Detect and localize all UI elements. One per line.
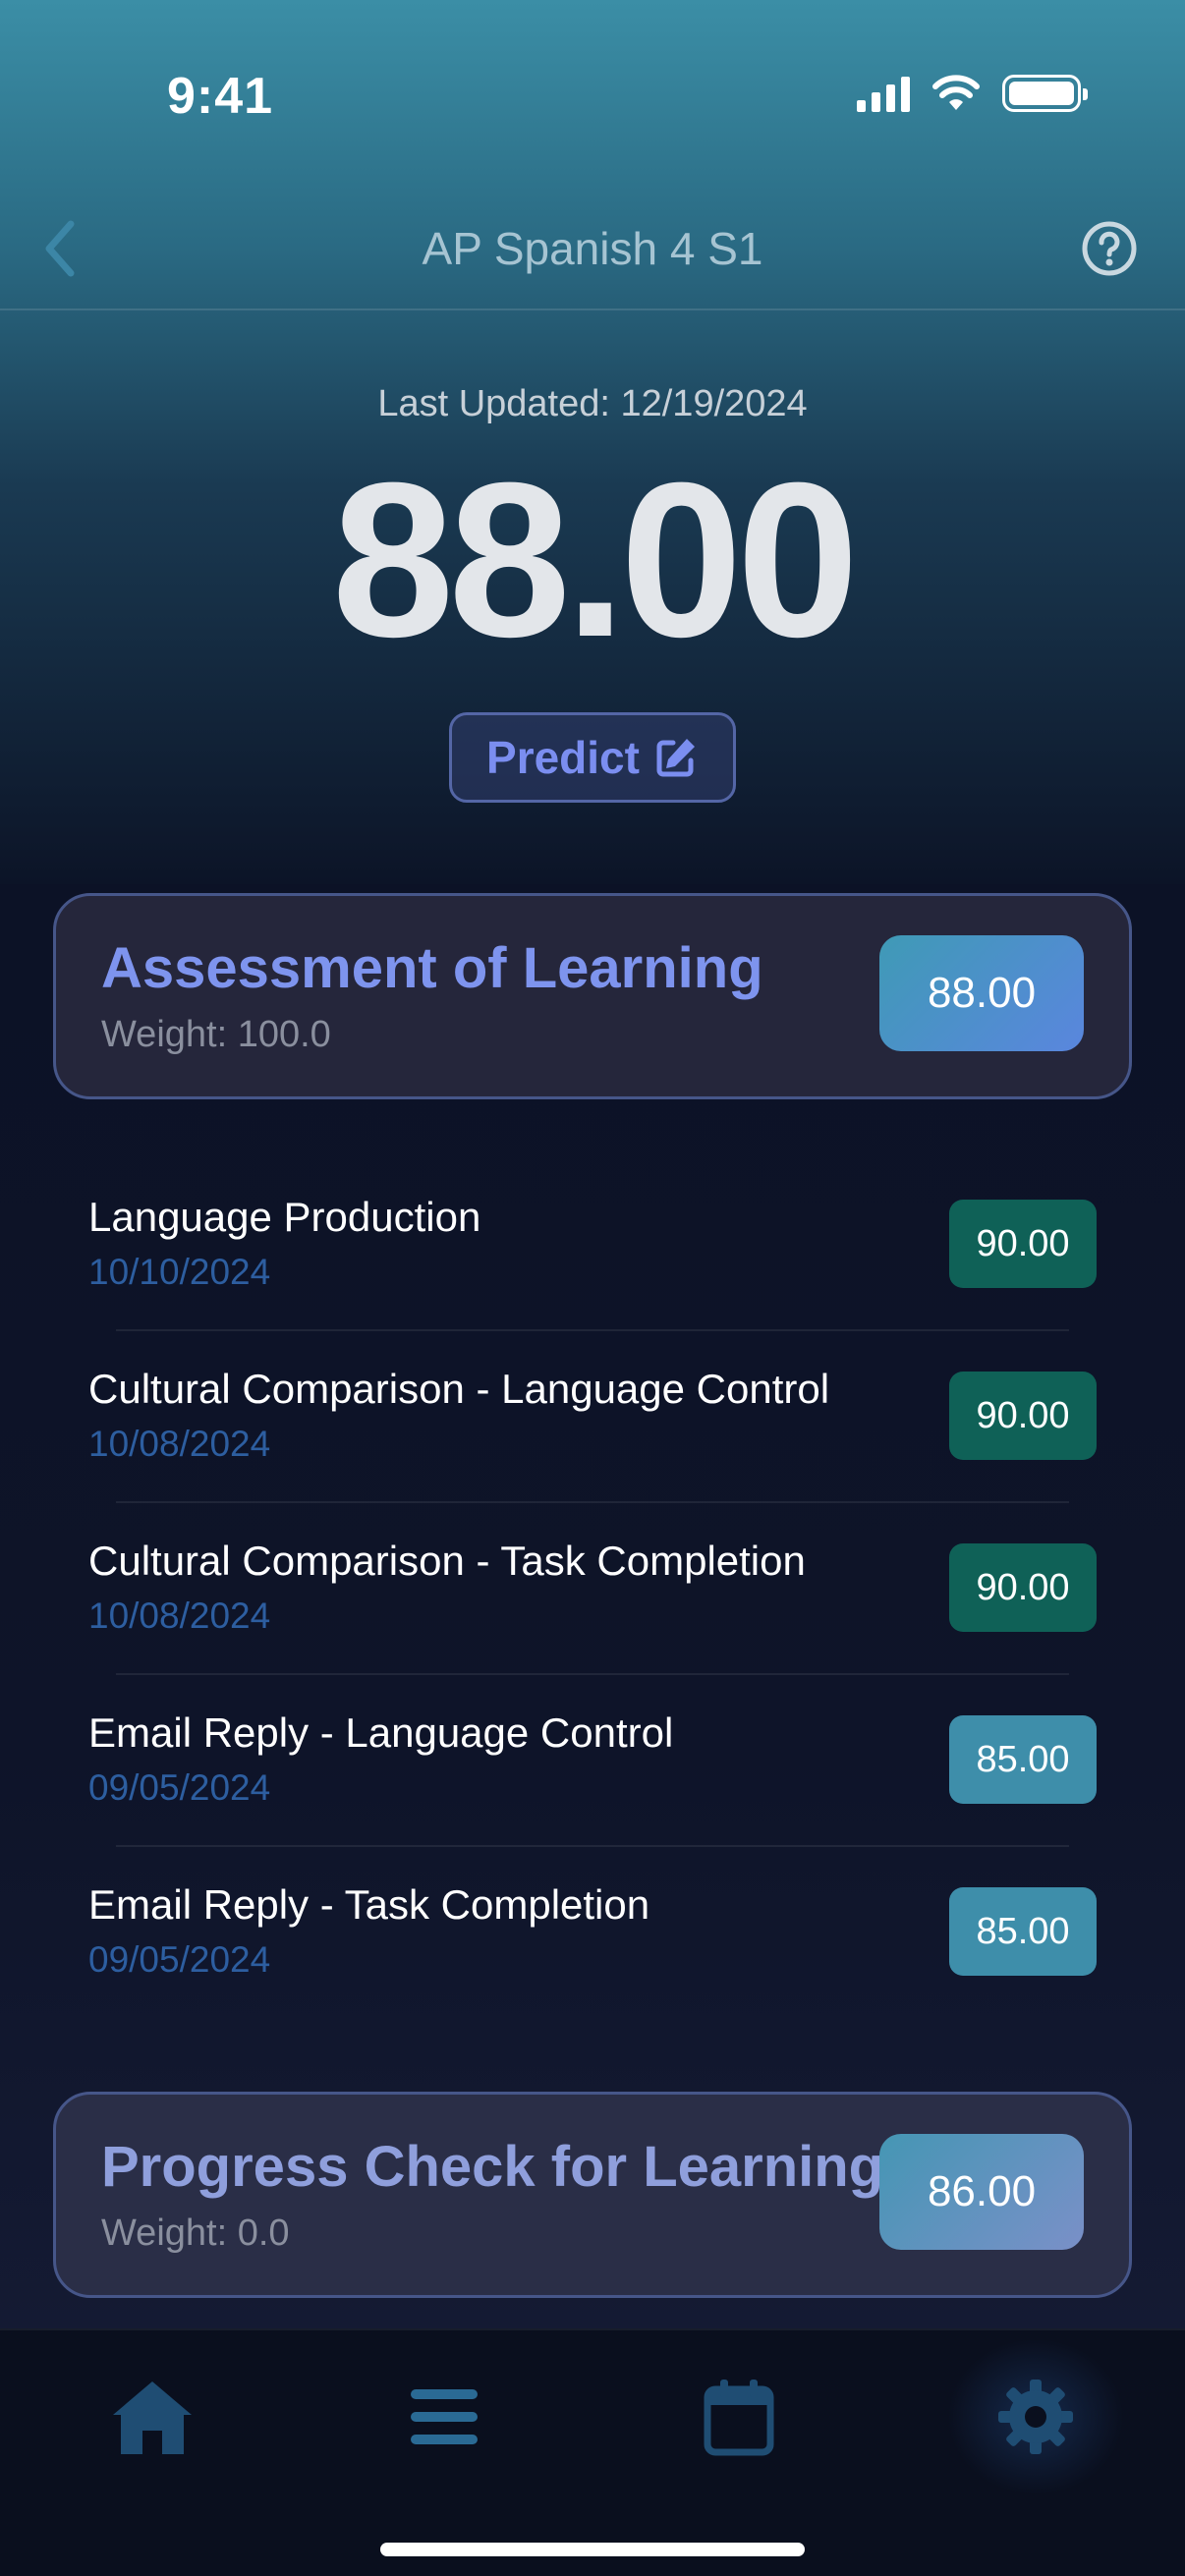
tab-calendar[interactable] (690, 2368, 788, 2466)
assignment-date: 10/08/2024 (88, 1596, 271, 1636)
cellular-signal-icon (857, 75, 910, 112)
assignment-score-badge: 90.00 (949, 1543, 1097, 1632)
tab-bar (0, 2328, 1185, 2576)
assignment-name: Cultural Comparison - Language Control (88, 1366, 830, 1412)
calendar-icon (704, 2380, 774, 2456)
assignment-score-badge: 90.00 (949, 1200, 1097, 1288)
assignment-name: Email Reply - Language Control (88, 1709, 674, 1756)
assignment-row[interactable]: Language Production 10/10/2024 90.00 (0, 1159, 1185, 1331)
category-score-badge: 88.00 (879, 935, 1084, 1051)
assignment-date: 09/05/2024 (88, 1939, 271, 1980)
assignment-score-badge: 85.00 (949, 1715, 1097, 1804)
predict-button-label: Predict (486, 732, 640, 783)
tab-grades[interactable] (395, 2368, 493, 2466)
tab-home[interactable] (103, 2368, 201, 2466)
nav-divider (0, 308, 1185, 310)
category-card-assessment[interactable]: Assessment of Learning Weight: 100.0 88.… (53, 893, 1132, 1099)
category-weight: Weight: 100.0 (101, 1014, 331, 1055)
assignment-date: 10/08/2024 (88, 1424, 271, 1464)
assignment-name: Language Production (88, 1194, 481, 1240)
wifi-icon (932, 75, 980, 110)
category-card-progress-check[interactable]: Progress Check for Learning Weight: 0.0 … (53, 2092, 1132, 2298)
tab-settings[interactable] (947, 2338, 1124, 2495)
help-button[interactable] (1081, 220, 1138, 277)
category-title: Assessment of Learning (101, 936, 763, 1000)
overall-grade: 88.00 (331, 437, 860, 683)
category-title: Progress Check for Learning (101, 2135, 884, 2199)
assignment-list: Language Production 10/10/2024 90.00 Cul… (0, 1159, 1185, 2019)
assignment-score-badge: 90.00 (949, 1372, 1097, 1460)
assignment-date: 09/05/2024 (88, 1767, 271, 1808)
category-weight: Weight: 0.0 (101, 2212, 290, 2254)
home-icon (113, 2381, 192, 2454)
edit-icon (656, 739, 695, 777)
home-indicator (380, 2543, 805, 2556)
assignment-row[interactable]: Cultural Comparison - Task Completion 10… (0, 1503, 1185, 1675)
question-circle-icon (1082, 221, 1137, 276)
predict-button[interactable]: Predict (449, 712, 736, 803)
category-score-badge: 86.00 (879, 2134, 1084, 2250)
assignment-name: Email Reply - Task Completion (88, 1881, 650, 1928)
assignment-row[interactable]: Email Reply - Task Completion 09/05/2024… (0, 1847, 1185, 2019)
gear-icon (998, 2380, 1073, 2454)
assignment-name: Cultural Comparison - Task Completion (88, 1538, 806, 1584)
assignment-date: 10/10/2024 (88, 1252, 271, 1292)
assignment-row[interactable]: Cultural Comparison - Language Control 1… (0, 1331, 1185, 1503)
assignment-row[interactable]: Email Reply - Language Control 09/05/202… (0, 1675, 1185, 1847)
assignment-score-badge: 85.00 (949, 1887, 1097, 1976)
battery-icon (1002, 75, 1088, 112)
status-icons (857, 75, 1088, 112)
last-updated-text: Last Updated: 12/19/2024 (377, 383, 808, 424)
list-icon (411, 2389, 478, 2444)
status-time: 9:41 (167, 68, 274, 125)
page-title: AP Spanish 4 S1 (422, 223, 763, 274)
